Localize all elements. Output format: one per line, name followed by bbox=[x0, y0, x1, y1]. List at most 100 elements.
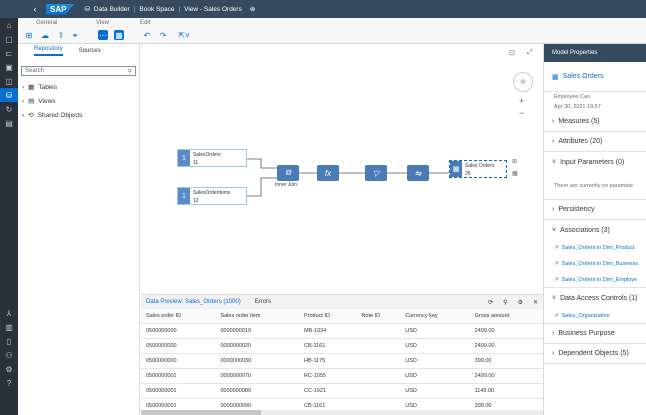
source-node-handle: 1 bbox=[178, 150, 190, 166]
chevron-right-icon[interactable]: › bbox=[22, 98, 24, 105]
association-item[interactable]: ↗ Sales_Orders to Dim_Product bbox=[544, 240, 646, 256]
source-node-salesorders[interactable]: 1 SalesOrders 11 bbox=[177, 149, 247, 167]
output-node-handle: ▦ bbox=[450, 161, 462, 177]
security-icon[interactable]: ▥ bbox=[0, 320, 18, 334]
tree-item-views[interactable]: › ▤ Views bbox=[18, 94, 139, 108]
table-row[interactable]: 0500000000 0000000030 HB-1175 USD 399.00 bbox=[141, 353, 543, 369]
node-sub: 26 bbox=[465, 171, 471, 177]
breadcrumb-item[interactable]: View - Sales Orders bbox=[184, 6, 242, 13]
tree-item-shared-objects[interactable]: › ⟲ Shared Objects bbox=[18, 108, 139, 122]
table-cell: 2499.00 bbox=[469, 323, 543, 339]
search-icon[interactable]: ⚲ bbox=[128, 68, 135, 75]
breadcrumb-item[interactable]: Data Builder bbox=[94, 6, 130, 13]
data-preview-icon[interactable]: ⊞ bbox=[512, 158, 517, 165]
column-header[interactable]: Gross amount bbox=[469, 309, 543, 324]
table-row[interactable]: 0500000000 0000000010 MB-1034 USD 2499.00 bbox=[141, 323, 543, 339]
close-icon[interactable]: ⊗ bbox=[250, 5, 255, 13]
business-builder-icon[interactable]: ◫ bbox=[0, 74, 18, 88]
table-row[interactable]: 0500000001 0000000080 CC-1021 USD 1149.00 bbox=[141, 383, 543, 399]
tab-repository[interactable]: Repository bbox=[34, 46, 63, 56]
chevron-right-icon[interactable]: › bbox=[22, 112, 24, 119]
view-graph-icon[interactable]: ⋯ bbox=[98, 30, 108, 40]
table-preview-icon[interactable]: ▦ bbox=[512, 170, 518, 177]
catalog-icon[interactable]: ▣ bbox=[0, 60, 18, 74]
table-cell: 0000000080 bbox=[215, 383, 299, 399]
section-associations[interactable]: ˅ Associations (3) bbox=[544, 220, 646, 240]
table-cell: USD bbox=[400, 353, 470, 369]
back-button[interactable]: ‹ bbox=[28, 4, 42, 14]
column-header[interactable]: Sales order ID bbox=[141, 309, 216, 324]
toolbar-group-view: View bbox=[96, 20, 109, 26]
table-cell: 0000000030 bbox=[215, 353, 299, 369]
section-input-parameters[interactable]: ˅ Input Parameters (0) bbox=[544, 152, 646, 172]
impact-icon[interactable]: ⚭ bbox=[70, 30, 80, 40]
lock-icon[interactable]: ▯ bbox=[0, 334, 18, 348]
horizontal-scrollbar[interactable] bbox=[141, 410, 543, 415]
deploy-icon[interactable]: ☁ bbox=[40, 30, 50, 40]
tree-item-tables[interactable]: › ▦ Tables bbox=[18, 80, 139, 94]
table-cell: RC-1055 bbox=[298, 368, 357, 384]
close-icon[interactable]: ✕ bbox=[533, 299, 538, 306]
table-cell: CB-1161 bbox=[298, 338, 357, 354]
association-label: Sales_Orders to Dim_Business bbox=[561, 261, 639, 267]
table-row[interactable]: 0500000000 0000000020 CB-1161 USD 2499.00 bbox=[141, 338, 543, 354]
help-icon[interactable]: ? bbox=[0, 376, 18, 390]
space-icon[interactable]: ▢ bbox=[0, 32, 18, 46]
errors-tab[interactable]: Errors bbox=[255, 299, 271, 305]
association-item[interactable]: ↗ Sales_Orders to Dim_Business bbox=[544, 256, 646, 272]
monitor-icon[interactable]: ▤ bbox=[0, 116, 18, 130]
refresh-icon[interactable]: ⟳ bbox=[488, 299, 493, 306]
data-builder-icon: ⛁ bbox=[84, 6, 90, 13]
table-cell: USD bbox=[400, 323, 470, 339]
preview-title[interactable]: Data Preview: Sales_Orders (1000) bbox=[146, 299, 241, 305]
export-icon[interactable]: ⇱˅ bbox=[176, 30, 192, 40]
redo-icon[interactable]: ↷ bbox=[158, 30, 168, 40]
rename-node[interactable]: ⇋ bbox=[407, 165, 429, 181]
users-icon[interactable]: ⚇ bbox=[0, 348, 18, 362]
dac-item[interactable]: ↗ Sales_Organization bbox=[544, 308, 646, 324]
share-icon[interactable]: ⇪ bbox=[56, 30, 66, 40]
section-measures[interactable]: › Measures (5) bbox=[544, 112, 646, 132]
table-cell: 0500000000 bbox=[141, 338, 216, 354]
modeler-icon[interactable]: ⊏ bbox=[0, 46, 18, 60]
source-node-salesorderitems[interactable]: 1 SalesOrderItems 12 bbox=[177, 187, 247, 205]
column-header[interactable]: Note ID bbox=[356, 309, 401, 324]
table-cell: USD bbox=[400, 383, 470, 399]
column-header[interactable]: Product ID bbox=[298, 309, 357, 324]
view-table-icon[interactable]: ▦ bbox=[114, 30, 124, 40]
table-row[interactable]: 0500000001 0000000070 RC-1055 USD 2499.00 bbox=[141, 368, 543, 384]
integration-icon[interactable]: ↻ bbox=[0, 102, 18, 116]
column-header[interactable]: Sales order item bbox=[215, 309, 299, 324]
data-builder-icon[interactable]: ⛁ bbox=[0, 88, 18, 102]
params-empty-text: There are currently no paramete bbox=[544, 172, 646, 200]
filter-icon[interactable]: ⚲ bbox=[503, 299, 507, 306]
section-business-purpose[interactable]: › Business Purpose bbox=[544, 324, 646, 344]
settings-icon[interactable]: ⚙ bbox=[518, 299, 523, 306]
search-input[interactable]: Search ⚲ bbox=[21, 66, 136, 76]
section-attributes[interactable]: › Attributes (20) bbox=[544, 132, 646, 152]
section-dependent-objects[interactable]: › Dependent Objects (5) bbox=[544, 344, 646, 364]
join-node[interactable]: ⧉ bbox=[277, 165, 299, 181]
column-header[interactable]: Currency key bbox=[400, 309, 470, 324]
diagram-canvas[interactable]: ⊡ ⤢ ✥ + − 1 SalesOrders 11 1 SalesOrderIt… bbox=[141, 44, 543, 294]
panel-header: Model Properties bbox=[544, 44, 646, 62]
save-icon[interactable]: ⊞ bbox=[24, 30, 34, 40]
function-icon: fx bbox=[324, 168, 332, 178]
output-node[interactable]: ▦ Sales Orders 26 bbox=[449, 160, 507, 178]
settings-icon[interactable]: ⚙ bbox=[0, 362, 18, 376]
table-cell bbox=[356, 368, 401, 384]
undo-icon[interactable]: ↶ bbox=[142, 30, 152, 40]
table-cell: USD bbox=[400, 368, 470, 384]
association-item[interactable]: ↗ Sales_Orders to Dim_Employe bbox=[544, 272, 646, 288]
home-icon[interactable]: ⌂ bbox=[0, 18, 18, 32]
section-data-access-controls[interactable]: ˅ Data Access Controls (1) bbox=[544, 288, 646, 308]
section-persistency[interactable]: › Persistency bbox=[544, 200, 646, 220]
calculated-column-node[interactable]: fx bbox=[317, 165, 339, 181]
search-placeholder: Search bbox=[25, 68, 45, 74]
connections-icon[interactable]: ⅄ bbox=[0, 306, 18, 320]
breadcrumb-item[interactable]: Book Space bbox=[139, 6, 174, 13]
tab-sources[interactable]: Sources bbox=[79, 48, 101, 54]
filter-node[interactable]: ▽ bbox=[365, 165, 387, 181]
chevron-right-icon[interactable]: › bbox=[22, 84, 24, 91]
section-label: Input Parameters (0) bbox=[560, 158, 625, 166]
